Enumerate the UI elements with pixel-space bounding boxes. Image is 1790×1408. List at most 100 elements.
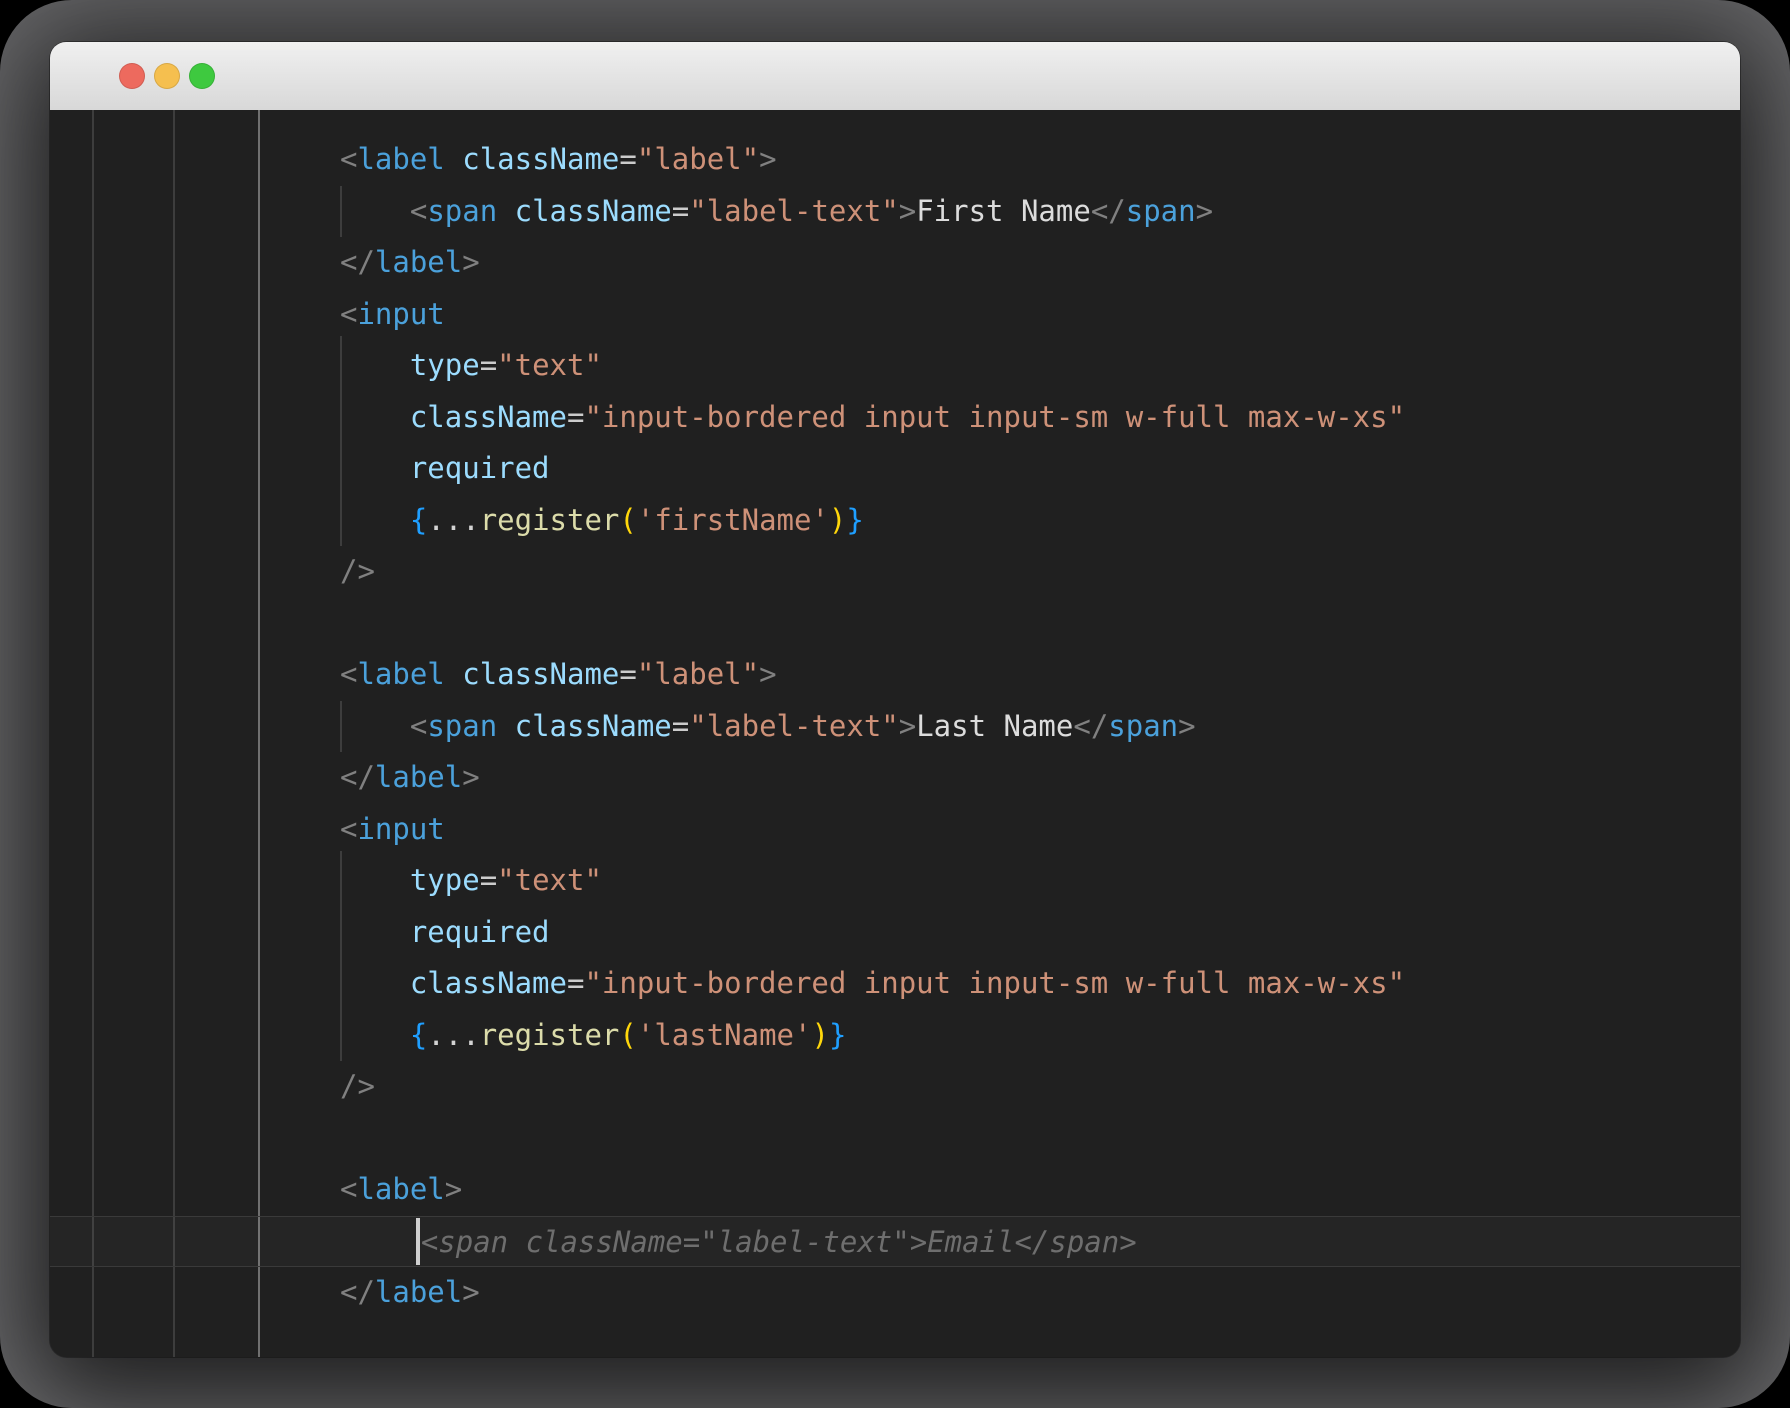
code-line[interactable]: </label> [50,1267,1740,1319]
code-token: className [410,400,567,434]
code-token [340,966,410,1000]
code-token: </ [340,760,375,794]
zoom-button[interactable] [189,63,215,89]
code-token: label [357,657,444,691]
code-line[interactable] [50,1113,1740,1165]
code-token [340,915,410,949]
code-line[interactable]: required [50,907,1740,959]
code-line[interactable]: </label> [50,752,1740,804]
code-line[interactable]: type="text" [50,340,1740,392]
code-token: label [357,142,444,176]
code-line[interactable]: <span className="label-text">First Name<… [50,186,1740,238]
code-token: "text" [497,863,602,897]
code-line[interactable]: required [50,443,1740,495]
code-token: > [759,142,776,176]
code-token: className [410,966,567,1000]
code-token [497,194,514,228]
code-token: type [410,863,480,897]
code-token: required [410,915,550,949]
code-editor-area[interactable]: <label className="label"> <span classNam… [50,110,1740,1357]
code-token: </ [340,245,375,279]
code-token: = [480,863,497,897]
code-token [340,503,410,537]
code-token: < [340,657,357,691]
code-line[interactable]: className="input-bordered input input-sm… [50,958,1740,1010]
code-token: label [375,1275,462,1309]
screenshot-canvas: <label className="label"> <span classNam… [0,0,1790,1408]
code-token: span [427,709,497,743]
code-token: < [340,297,357,331]
code-token: label [375,760,462,794]
code-token: "text" [497,348,602,382]
code-line-current[interactable]: <span className="label-text">Email</span… [50,1216,1740,1268]
code-token: } [829,1018,846,1052]
code-token: /> [340,554,375,588]
code-token: ... [427,1018,479,1052]
code-token: "input-bordered input input-sm w-full ma… [584,400,1405,434]
code-line[interactable]: className="input-bordered input input-sm… [50,392,1740,444]
code-token: className [515,709,672,743]
code-token: < [340,1172,357,1206]
code-line[interactable]: <label className="label"> [50,649,1740,701]
code-token: > [462,760,479,794]
code-line[interactable] [50,598,1740,650]
code-token: < [410,709,427,743]
code-token: span [427,194,497,228]
code-token: register [480,503,620,537]
code-line[interactable]: <span className="label-text">Last Name</… [50,701,1740,753]
code-token: ( [619,1018,636,1052]
code-line[interactable]: {...register('firstName')} [50,495,1740,547]
code-token: Last Name [916,709,1073,743]
code-token: </ [340,1275,375,1309]
code-token: = [619,142,636,176]
code-token: 'lastName' [637,1018,812,1052]
code-token [445,142,462,176]
code-token: = [619,657,636,691]
window-title-bar[interactable] [50,42,1740,111]
code-token: > [1178,709,1195,743]
code-line[interactable]: <label> [50,1164,1740,1216]
code-token: "label-text" [689,194,899,228]
code-line[interactable]: {...register('lastName')} [50,1010,1740,1062]
code-token: register [480,1018,620,1052]
code-token: 'firstName' [637,503,829,537]
code-token: span [1126,194,1196,228]
code-line[interactable]: <label className="label"> [50,134,1740,186]
code-token [445,657,462,691]
code-token: First Name [916,194,1091,228]
code-token [340,451,410,485]
code-token: = [480,348,497,382]
code-line[interactable]: <input [50,289,1740,341]
code-token: { [410,503,427,537]
code-token: input [357,812,444,846]
code-token: className [462,142,619,176]
code-token: = [567,966,584,1000]
code-token: = [567,400,584,434]
code-line[interactable]: </label> [50,237,1740,289]
code-lines: <label className="label"> <span classNam… [50,134,1740,1319]
code-token: < [410,194,427,228]
code-token: "label" [637,142,759,176]
code-token: { [410,1018,427,1052]
code-token: "input-bordered input input-sm w-full ma… [584,966,1405,1000]
editor-window: <label className="label"> <span classNam… [50,42,1740,1357]
close-button[interactable] [119,63,145,89]
code-token [340,863,410,897]
code-token [340,1225,410,1259]
code-token: = [672,709,689,743]
code-line[interactable]: <input [50,804,1740,856]
code-line[interactable]: type="text" [50,855,1740,907]
code-token: > [1196,194,1213,228]
code-token: type [410,348,480,382]
code-token: </ [1073,709,1108,743]
code-line[interactable]: /> [50,546,1740,598]
code-token: "label" [637,657,759,691]
traffic-lights [119,63,215,89]
code-token: span [1108,709,1178,743]
code-token: = [672,194,689,228]
code-token [340,1018,410,1052]
code-token: > [462,1275,479,1309]
minimize-button[interactable] [154,63,180,89]
code-line[interactable]: /> [50,1061,1740,1113]
code-token: </ [1091,194,1126,228]
